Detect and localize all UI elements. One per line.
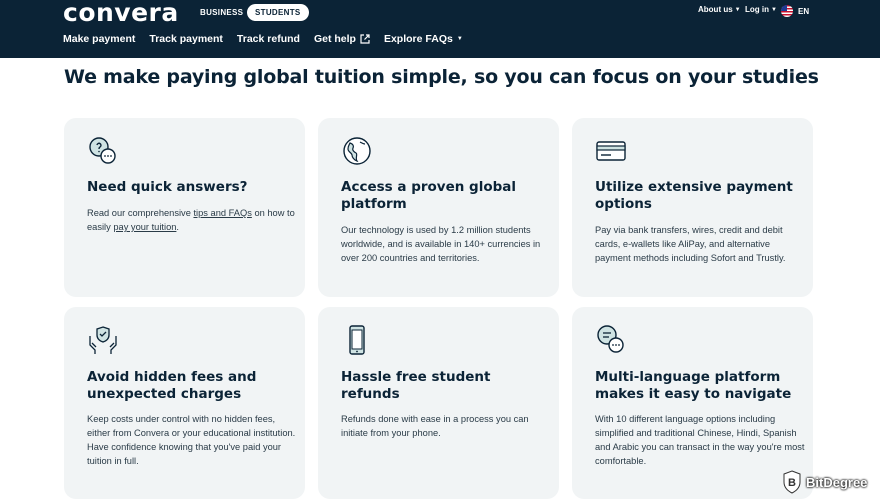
chevron-down-icon: ▼ xyxy=(456,36,463,42)
feature-card-payment-options: Utilize extensive payment options Pay vi… xyxy=(572,118,813,297)
chat-bubbles-icon xyxy=(597,325,624,353)
card-title: Multi-language platform makes it easy to… xyxy=(595,369,792,402)
chat-question-icon xyxy=(89,137,116,164)
nav-get-help[interactable]: Get help xyxy=(314,33,370,45)
credit-card-icon xyxy=(596,141,626,161)
nav-make-payment[interactable]: Make payment xyxy=(63,33,135,45)
pay-tuition-link[interactable]: pay your tuition xyxy=(113,222,176,232)
watermark-label: BitDegree xyxy=(806,474,868,490)
card-title: Avoid hidden fees and unexpected charges xyxy=(87,369,257,402)
feature-card-hidden-fees: Avoid hidden fees and unexpected charges… xyxy=(64,307,305,499)
nav-label: Track refund xyxy=(236,33,300,45)
card-text: Keep costs under control with no hidden … xyxy=(87,414,296,466)
log-in-label: Log in xyxy=(745,5,769,14)
card-text: Pay via bank transfers, wires, credit an… xyxy=(595,225,786,263)
hands-shield-icon xyxy=(89,326,117,354)
students-toggle[interactable]: STUDENTS xyxy=(247,4,309,21)
card-text-part: Read our comprehensive xyxy=(87,208,194,218)
language-selector[interactable]: EN xyxy=(781,5,809,17)
feature-card-global-platform: Access a proven global platform Our tech… xyxy=(318,118,559,297)
card-title: Hassle free student refunds xyxy=(341,369,491,402)
site-header: convera BUSINESS STUDENTS About us ▼ Log… xyxy=(0,0,880,58)
tips-faqs-link[interactable]: tips and FAQs xyxy=(193,208,251,218)
chevron-down-icon: ▼ xyxy=(734,6,741,13)
feature-card-multi-language: Multi-language platform makes it easy to… xyxy=(572,307,813,499)
nav-label: Track payment xyxy=(149,33,223,45)
main-nav: Make payment Track payment Track refund … xyxy=(63,33,463,45)
feature-card-refunds: Hassle free student refunds Refunds done… xyxy=(318,307,559,499)
about-us-menu[interactable]: About us ▼ xyxy=(698,5,741,14)
card-text: Our technology is used by 1.2 million st… xyxy=(341,225,541,263)
nav-label: Get help xyxy=(313,33,356,45)
card-text: Refunds done with ease in a process you … xyxy=(341,414,529,438)
us-flag-icon xyxy=(781,5,793,17)
nav-label: Explore FAQs xyxy=(383,33,453,45)
bitdegree-watermark: B BitDegree xyxy=(782,470,867,494)
card-title: Need quick answers? xyxy=(87,179,248,195)
page-headline: We make paying global tuition simple, so… xyxy=(64,66,819,88)
nav-label: Make payment xyxy=(63,33,136,45)
card-title: Access a proven global platform xyxy=(341,179,517,212)
svg-text:B: B xyxy=(788,477,796,489)
log-in-menu[interactable]: Log in ▼ xyxy=(745,5,777,14)
nav-explore-faqs[interactable]: Explore FAQs ▼ xyxy=(384,33,463,45)
nav-track-payment[interactable]: Track payment xyxy=(149,33,223,45)
business-toggle[interactable]: BUSINESS xyxy=(192,4,251,21)
external-link-icon xyxy=(360,34,370,44)
card-text-part: . xyxy=(176,222,180,232)
language-label: EN xyxy=(798,6,810,16)
nav-track-refund[interactable]: Track refund xyxy=(237,33,300,45)
chevron-down-icon: ▼ xyxy=(771,6,777,13)
about-us-label: About us xyxy=(698,5,733,14)
convera-logo[interactable]: convera xyxy=(63,0,179,26)
card-text: With 10 different language options inclu… xyxy=(595,414,805,466)
card-title: Utilize extensive payment options xyxy=(595,179,793,212)
feature-card-quick-answers: Need quick answers? Read our comprehensi… xyxy=(64,118,305,297)
mobile-phone-icon xyxy=(349,325,365,355)
globe-icon xyxy=(343,137,371,165)
bitdegree-logo-icon: B xyxy=(783,470,801,494)
card-text: Read our comprehensive tips and FAQs on … xyxy=(87,206,297,234)
